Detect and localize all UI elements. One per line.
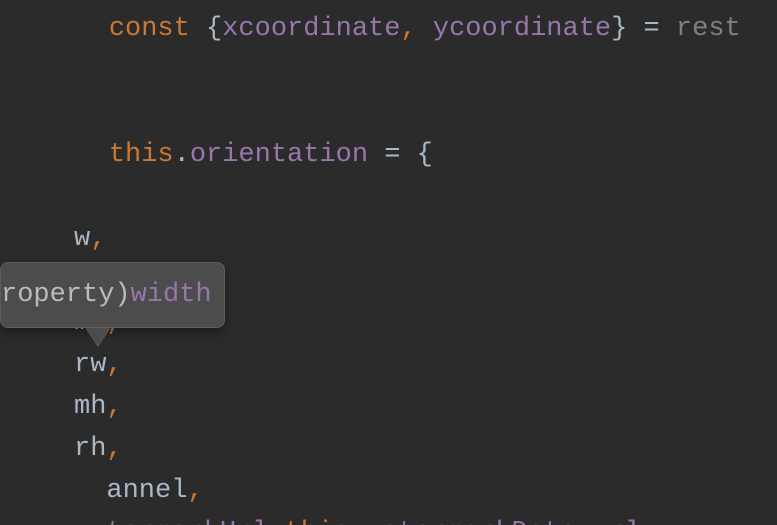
code-line: channel,	[0, 470, 777, 512]
code-line: w,	[0, 218, 777, 260]
tooltip-symbol: width	[131, 274, 212, 316]
property-orientation: orientation	[190, 140, 368, 170]
keyword-const: const	[109, 14, 190, 44]
hover-tooltip: roperty) width	[0, 262, 225, 328]
code-editor[interactable]: const {xcoordinate, ycoordinate} = rest …	[0, 0, 777, 525]
code-line: mh,	[0, 386, 777, 428]
tooltip-tail-icon	[86, 328, 110, 346]
code-line: const {xcoordinate, ycoordinate} = rest	[0, 0, 777, 92]
keyword-this: this	[109, 140, 174, 170]
code-line: this.orientation = {	[0, 92, 777, 218]
code-line: rh,	[0, 428, 777, 470]
tooltip-kind: roperty)	[1, 274, 131, 316]
code-line: rw,	[0, 344, 777, 386]
code-line: watermarkUrl:this.watermarkData.url,	[0, 512, 777, 525]
